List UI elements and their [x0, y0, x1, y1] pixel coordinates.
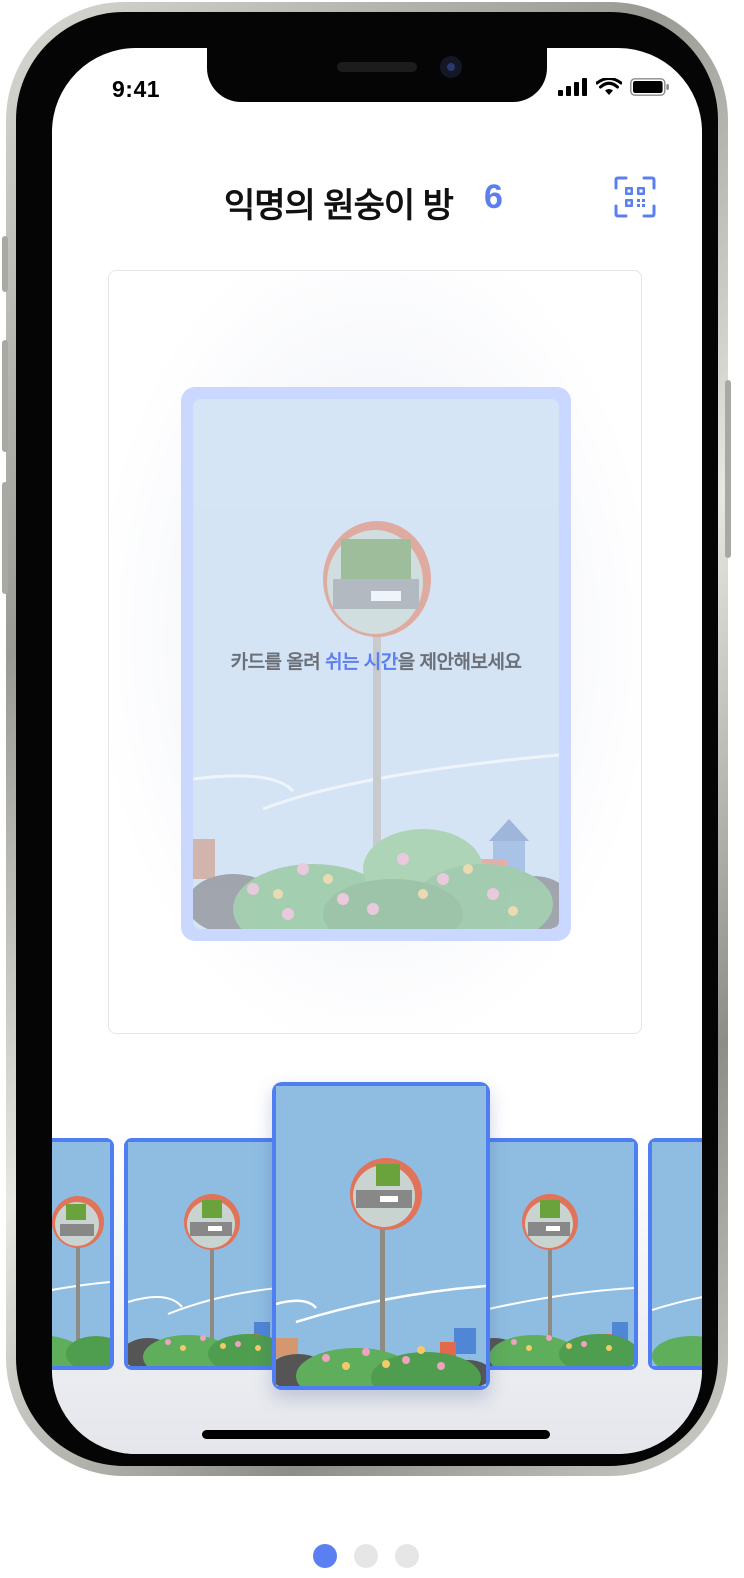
page-indicator — [313, 1544, 419, 1568]
convex-mirror-card-image — [276, 1086, 486, 1386]
convex-mirror-thumbnail-image — [652, 1142, 702, 1366]
speaker — [337, 62, 417, 72]
qr-scan-button[interactable] — [614, 176, 656, 218]
notch — [207, 48, 547, 102]
cellular-signal-icon — [558, 78, 587, 96]
room-title: 익명의 원숭이 방 — [224, 187, 454, 225]
phone-bezel: 9:41 익명의 원숭이 방 6 카드를 올려 쉬는 시간을 제안해보세요 — [16, 12, 718, 1466]
card-placeholder-preview: 카드를 올려 쉬는 시간을 제안해보세요 — [193, 399, 559, 929]
power-button — [725, 380, 731, 558]
page-dot[interactable] — [354, 1544, 378, 1568]
battery-icon — [630, 78, 669, 96]
drop-prompt: 카드를 올려 쉬는 시간을 제안해보세요 — [193, 647, 559, 674]
screen: 9:41 익명의 원숭이 방 6 카드를 올려 쉬는 시간을 제안해보세요 — [52, 48, 702, 1454]
prompt-highlight: 쉬는 시간 — [325, 652, 398, 673]
card-thumbnail[interactable] — [480, 1138, 638, 1370]
volume-up-button — [2, 340, 8, 452]
convex-mirror-thumbnail-image — [128, 1142, 278, 1366]
card-placeholder[interactable]: 카드를 올려 쉬는 시간을 제안해보세요 — [181, 387, 571, 941]
card-thumbnail[interactable] — [648, 1138, 702, 1370]
qr-scan-icon — [614, 176, 656, 218]
status-icons — [558, 78, 670, 96]
card-thumbnail[interactable] — [52, 1138, 114, 1370]
convex-mirror-thumbnail-image — [484, 1142, 634, 1366]
phone-frame: 9:41 익명의 원숭이 방 6 카드를 올려 쉬는 시간을 제안해보세요 — [6, 2, 728, 1476]
front-camera — [440, 56, 462, 78]
card-thumbnail[interactable] — [124, 1138, 282, 1370]
page-dot-active[interactable] — [313, 1544, 337, 1568]
participant-count: 6 — [484, 178, 503, 216]
selected-card[interactable] — [272, 1082, 490, 1390]
prompt-text-end: 을 제안해보세요 — [397, 652, 522, 673]
status-time: 9:41 — [112, 76, 161, 102]
page-dot[interactable] — [395, 1544, 419, 1568]
volume-down-button — [2, 482, 8, 594]
room-header: 익명의 원숭이 방 6 — [52, 174, 702, 225]
prompt-text-start: 카드를 올려 — [230, 652, 326, 673]
wifi-icon — [596, 78, 622, 95]
card-drop-zone[interactable]: 카드를 올려 쉬는 시간을 제안해보세요 — [108, 270, 642, 1034]
mute-switch — [2, 236, 8, 292]
convex-mirror-thumbnail-image — [52, 1142, 110, 1366]
home-indicator[interactable] — [202, 1430, 550, 1439]
